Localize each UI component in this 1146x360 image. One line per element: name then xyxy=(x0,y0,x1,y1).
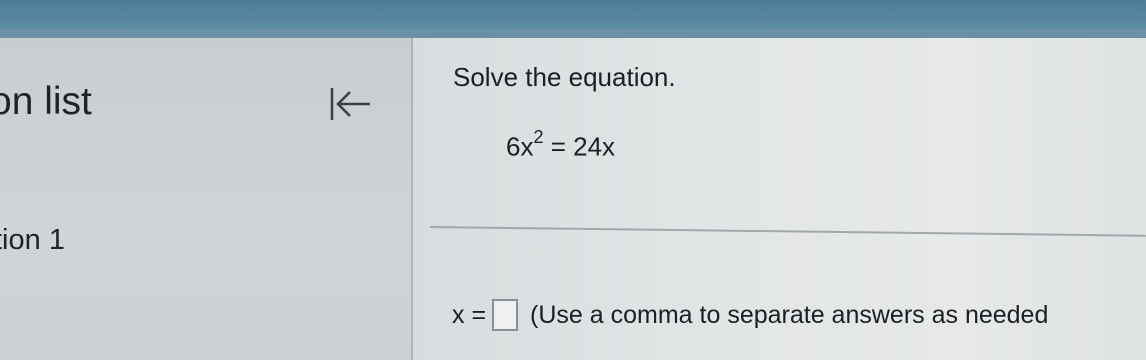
equation: 6x2 = 24x xyxy=(506,127,616,163)
collapse-question-list-button[interactable] xyxy=(326,84,374,124)
equation-left-term: 6x xyxy=(506,131,534,162)
answer-variable-label: x = xyxy=(452,300,487,329)
equation-exponent: 2 xyxy=(533,127,544,147)
equation-right-side: = 24x xyxy=(550,131,616,162)
question-instruction: Solve the equation. xyxy=(453,62,676,92)
answer-row: x = (Use a comma to separate answers as … xyxy=(452,297,1048,333)
question-list-title: on list xyxy=(0,80,92,123)
answer-input-box[interactable] xyxy=(492,299,519,331)
answer-hint: (Use a comma to separate answers as need… xyxy=(530,300,1049,329)
collapse-left-arrow-icon xyxy=(330,88,370,120)
question-list-item[interactable]: tion 1 xyxy=(0,224,65,257)
